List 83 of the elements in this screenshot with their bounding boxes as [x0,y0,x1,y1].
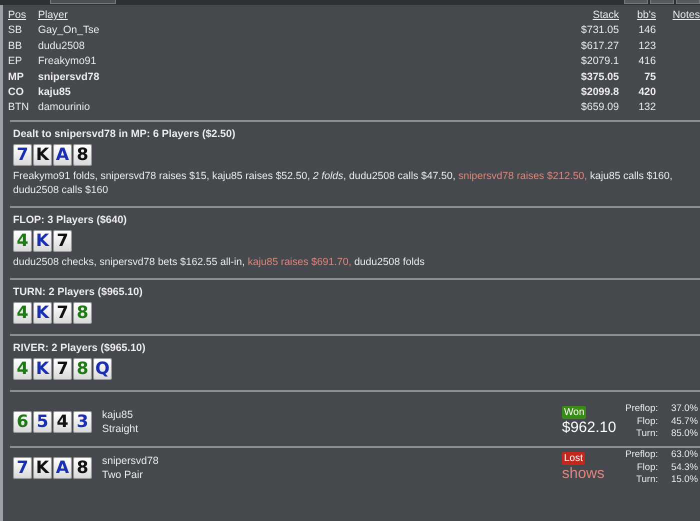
playing-card: 7 [53,230,72,252]
player-name: kaju85 [102,408,133,421]
hand-rank: Two Pair [102,468,143,481]
playing-card: K [33,302,52,324]
playing-card: 8 [73,358,92,380]
equity-label: Flop: [636,462,658,473]
player-name: snipersvd78 [102,454,159,467]
equity-value: 37.0% [671,403,698,414]
toolbar-button[interactable] [624,0,648,4]
position-cell: MP [8,70,24,83]
outcome-badge: Lost [562,452,585,466]
big-blinds-cell: 75 [644,70,656,83]
playing-card: 3 [73,410,92,433]
winnings-amount: shows [562,465,605,484]
equity-value: 63.0% [671,449,698,460]
playing-card: 8 [73,144,92,166]
playing-card: 7 [53,302,72,324]
street-heading: TURN: 2 Players ($965.10) [13,286,144,299]
equity-label: Turn: [636,428,658,440]
playing-card: K [33,144,52,166]
position-column-header[interactable]: Pos [8,9,26,21]
playing-card: 7 [13,456,32,479]
position-cell: SB [8,24,22,36]
playing-card: 4 [13,302,32,324]
playing-card: 7 [13,144,32,166]
playing-card: 4 [53,410,72,433]
player-name-cell: Gay_On_Tse [38,24,100,36]
position-cell: CO [8,86,24,98]
playing-card: 8 [73,456,92,479]
toolbar-button[interactable] [676,0,700,4]
big-blinds-cell: 416 [638,55,656,68]
playing-card: A [53,144,72,166]
stack-column-header[interactable]: Stack [592,9,619,21]
bb-column-header[interactable]: bb's [637,9,656,21]
playing-card: 6 [13,410,32,433]
position-cell: BTN [8,101,29,114]
stack-cell: $617.27 [581,40,619,52]
player-name-cell: damourinio [38,101,90,114]
equity-label: Preflop: [625,449,658,460]
toolbar-field[interactable] [50,0,116,4]
toolbar-button[interactable] [650,0,674,4]
equity-value: 85.0% [671,428,698,440]
playing-card: K [33,230,52,252]
big-blinds-cell: 132 [638,101,656,114]
stack-cell: $2099.8 [581,86,619,98]
stack-cell: $731.05 [581,24,619,36]
stack-cell: $659.09 [581,101,619,114]
big-blinds-cell: 420 [638,86,656,98]
equity-value: 54.3% [671,462,698,473]
hand-rank: Straight [102,422,138,435]
equity-label: Turn: [636,474,658,486]
playing-card: A [53,456,72,479]
big-blinds-cell: 123 [638,40,656,52]
playing-card: 4 [13,358,32,380]
winnings-amount: $962.10 [562,419,616,438]
notes-column-header[interactable]: Notes [672,9,700,21]
street-heading: Dealt to snipersvd78 in MP: 6 Players ($2.50) [13,128,236,141]
playing-card: 7 [53,358,72,380]
position-cell: EP [8,55,22,68]
street-heading: FLOP: 3 Players ($640) [13,214,128,227]
stack-cell: $375.05 [581,70,619,83]
playing-card: K [33,456,52,479]
playing-card: K [33,358,52,380]
action-log: Freakymo91 folds, snipersvd78 raises $15, kaju85 raises $52.50, 2 folds, dudu2508 calls $47.50, snipersvd78 raises $212.50, kaju85 calls $160, dudu2508 calls $160 [13,170,674,198]
playing-card: Q [93,358,112,380]
action-log: dudu2508 checks, snipersvd78 bets $162.55 all-in, kaju85 raises $691.70, dudu2508 folds [13,256,426,270]
position-cell: BB [8,40,22,52]
street-heading: RIVER: 2 Players ($965.10) [13,342,146,355]
equity-value: 45.7% [671,416,698,427]
equity-label: Preflop: [625,403,658,414]
playing-card: 8 [73,302,92,324]
player-name-cell: kaju85 [38,86,71,98]
outcome-badge: Won [562,406,586,420]
playing-card: 4 [13,230,32,252]
player-name-cell: Freakymo91 [38,55,96,68]
equity-value: 15.0% [671,474,698,486]
playing-card: 5 [33,410,52,433]
equity-label: Flop: [636,416,658,427]
big-blinds-cell: 146 [638,24,656,36]
player-name-cell: snipersvd78 [38,70,100,83]
player-name-cell: dudu2508 [38,40,85,52]
player-column-header[interactable]: Player [38,9,68,21]
stack-cell: $2079.1 [581,55,619,68]
